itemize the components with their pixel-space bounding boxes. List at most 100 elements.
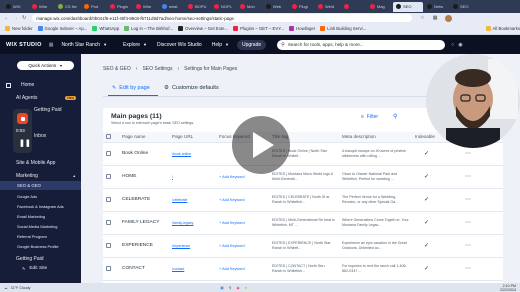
- bookmark-item[interactable]: Log in – The Birkhof...: [124, 26, 173, 31]
- site-selector[interactable]: North Star Ranch ▼: [61, 42, 107, 48]
- add-keyword-button[interactable]: + Add Keyword: [219, 267, 245, 271]
- edit-site-button[interactable]: ✎ Edit Site: [22, 264, 70, 272]
- bookmark-item[interactable]: WhatsApp: [92, 26, 119, 31]
- sidebar-subitem-google-ads[interactable]: Google Ads: [6, 194, 37, 199]
- explore-menu[interactable]: Explore ▼: [123, 42, 147, 48]
- table-row[interactable]: CELEBRATE/celebrate + Add Keyword EDITED |…: [103, 188, 503, 212]
- bookmark-item[interactable]: Plugins – GET – EVY...: [233, 26, 284, 31]
- row-checkbox[interactable]: [106, 265, 111, 271]
- table-row[interactable]: HOME / + Add Keyword EDITED | Montana Micro…: [103, 165, 503, 189]
- browser-tab[interactable]: SEO: [450, 2, 475, 12]
- table-row[interactable]: CONTACT/contact + Add Keyword EDITED | CON…: [103, 257, 503, 281]
- taskbar-explorer-icon[interactable]: ■: [245, 286, 247, 290]
- more-actions-icon[interactable]: ⋯: [465, 220, 471, 226]
- sidebar-item-getting-paid-2[interactable]: Getting Paid: [6, 256, 44, 262]
- row-checkbox[interactable]: [106, 242, 111, 248]
- sidebar-item-marketing[interactable]: Marketing ▲: [6, 173, 76, 179]
- bookmark-item[interactable]: Link Building Servi...: [320, 26, 366, 31]
- browser-tab[interactable]: Plugin: [107, 2, 132, 12]
- browser-tab[interactable]: Weld: [315, 2, 340, 12]
- page-url-link[interactable]: /contact: [172, 267, 184, 271]
- more-actions-icon[interactable]: ⋯: [465, 243, 471, 249]
- upgrade-button[interactable]: Upgrade: [236, 39, 267, 50]
- more-actions-icon[interactable]: ⋯: [465, 151, 471, 157]
- reload-icon[interactable]: ↻: [22, 15, 26, 21]
- back-icon[interactable]: ←: [4, 15, 9, 21]
- browser-tab[interactable]: Plugi: [289, 2, 314, 12]
- browser-tab[interactable]: SEO: [393, 1, 423, 12]
- video-play-button[interactable]: [232, 116, 290, 174]
- star-icon[interactable]: ☆: [420, 15, 424, 21]
- sidebar-subitem-referral[interactable]: Referral Program: [6, 234, 47, 239]
- page-url-link[interactable]: /experience: [172, 244, 190, 248]
- sidebar-item-site-mobile-app[interactable]: Site & Mobile App: [6, 160, 55, 166]
- tab-edit-by-page[interactable]: ✎ Edit by page: [112, 85, 150, 91]
- url-field[interactable]: manage.wix.com/dashboard/0b041f6-e11f-40…: [32, 14, 413, 22]
- sidebar-subitem-email-marketing[interactable]: Email Marketing: [6, 214, 45, 219]
- breadcrumb-seo-geo[interactable]: SEO & GEO: [103, 66, 131, 72]
- page-url-link[interactable]: /: [172, 175, 173, 179]
- extensions-icon[interactable]: ▦: [433, 15, 438, 21]
- bookmark-item[interactable]: Howlinger: [289, 26, 315, 31]
- browser-tab[interactable]: what: [159, 2, 184, 12]
- breadcrumb-seo-settings[interactable]: SEO Settings: [142, 66, 172, 72]
- add-keyword-button[interactable]: + Add Keyword: [219, 221, 245, 225]
- table-row[interactable]: Book Online/book-onlineEDITED | Book Onl…: [103, 142, 503, 166]
- more-actions-icon[interactable]: ⋯: [465, 266, 471, 272]
- browser-tab[interactable]: Whe: [133, 2, 158, 12]
- browser-tab[interactable]: NOPL: [211, 2, 236, 12]
- start-icon[interactable]: ▦: [220, 286, 223, 290]
- browser-tab[interactable]: [341, 2, 366, 12]
- bookmark-item[interactable]: Overview – Get Exte...: [178, 26, 228, 31]
- chat-icon[interactable]: ○: [451, 42, 454, 48]
- page-url-link[interactable]: /family-legacy: [172, 221, 193, 225]
- sidebar-item-seo-geo[interactable]: SEO & GEO: [0, 181, 81, 190]
- sidebar-subitem-facebook-ads[interactable]: Facebook & Instagram Ads: [6, 204, 64, 209]
- help-menu[interactable]: Help ▼: [212, 42, 229, 48]
- pause-button[interactable]: ❚❚: [19, 139, 31, 147]
- row-checkbox[interactable]: [106, 150, 111, 156]
- search-icon[interactable]: ⚲: [393, 113, 397, 120]
- taskbar-search-icon[interactable]: ⚲: [229, 286, 232, 290]
- search-box[interactable]: ⚲ Search for tools, apps, help & more...: [277, 39, 446, 50]
- profile-avatar[interactable]: [445, 14, 453, 22]
- taskbar-chrome-icon[interactable]: ◉: [236, 286, 239, 290]
- sidebar-subitem-social-media[interactable]: Social Media Marketing: [6, 224, 57, 229]
- forward-icon[interactable]: →: [13, 15, 18, 21]
- page-url-link[interactable]: /book-online: [172, 152, 191, 156]
- add-keyword-button[interactable]: + Add Keyword: [219, 198, 245, 202]
- select-all-checkbox[interactable]: [106, 133, 111, 139]
- row-checkbox[interactable]: [106, 196, 111, 202]
- browser-tab[interactable]: Netw: [424, 2, 449, 12]
- browser-tab[interactable]: Pod: [81, 2, 106, 12]
- discover-link[interactable]: Discover Wix Studio: [157, 42, 202, 48]
- sidebar-item-home[interactable]: Home: [6, 82, 34, 88]
- grid-icon[interactable]: ▦: [49, 42, 54, 48]
- row-checkbox[interactable]: [106, 219, 111, 225]
- more-actions-icon[interactable]: ⋯: [465, 174, 471, 180]
- row-checkbox[interactable]: [106, 173, 111, 179]
- browser-tab[interactable]: CS Ne: [55, 2, 80, 12]
- filter-button[interactable]: ≡ Filter: [361, 114, 378, 120]
- browser-tab[interactable]: Whe: [29, 2, 54, 12]
- bookmark-item[interactable]: All Bookmarks: [485, 26, 520, 31]
- browser-tab[interactable]: WIX: [3, 2, 28, 12]
- tab-customize-defaults[interactable]: ⚙ Customize defaults: [164, 85, 219, 91]
- add-keyword-button[interactable]: + Add Keyword: [219, 175, 245, 179]
- bell-icon[interactable]: ◉: [458, 42, 462, 48]
- add-keyword-button[interactable]: + Add Keyword: [219, 244, 245, 248]
- table-row[interactable]: FAMILY LEGACY/family-legacy + Add Keyword…: [103, 211, 503, 235]
- record-stop-button[interactable]: [17, 113, 28, 124]
- table-row[interactable]: EXPERIENCE/experience + Add Keyword EDITED…: [103, 234, 503, 258]
- browser-tab[interactable]: BOPU: [185, 2, 210, 12]
- more-actions-icon[interactable]: ⋯: [465, 197, 471, 203]
- browser-tab[interactable]: Mon: [237, 2, 262, 12]
- sidebar-subitem-google-business[interactable]: Google Business Profile: [6, 244, 59, 249]
- brand-logo[interactable]: WIX STUDIO: [6, 42, 42, 48]
- bookmark-item[interactable]: New folder: [5, 26, 33, 31]
- bookmark-item[interactable]: Google Indexer – Ap...: [37, 26, 87, 31]
- sidebar-item-ai-agents[interactable]: AI Agents New: [6, 95, 76, 101]
- browser-tab[interactable]: Mag: [367, 2, 392, 12]
- page-url-link[interactable]: /celebrate: [172, 198, 187, 202]
- quick-actions-button[interactable]: Quick Actions ▼: [17, 61, 74, 70]
